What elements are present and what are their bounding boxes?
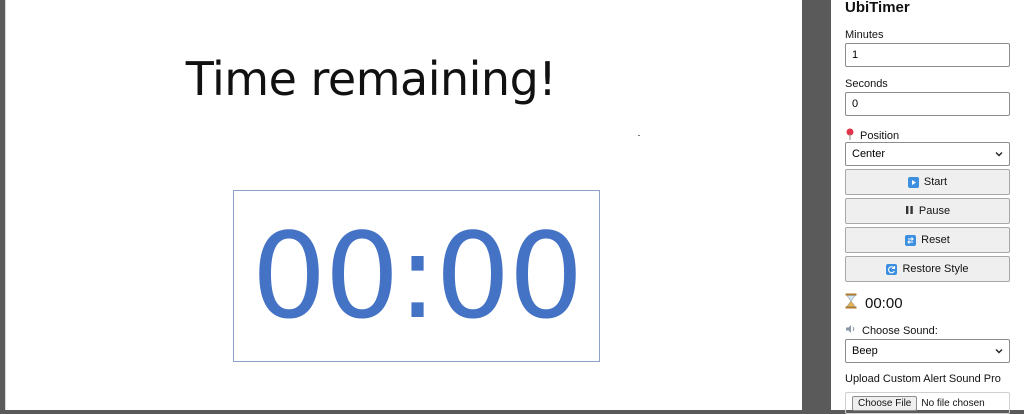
timer-digits: 00:00 — [251, 207, 583, 345]
upload-label: Upload Custom Alert Sound Pro — [845, 373, 1001, 385]
slide-title: Time remaining! — [185, 52, 557, 106]
minutes-input[interactable] — [845, 43, 1010, 67]
reset-icon — [905, 234, 917, 246]
chevron-down-icon — [995, 349, 1003, 354]
start-button[interactable]: Start — [845, 169, 1010, 195]
sound-label-row: Choose Sound: — [845, 324, 938, 337]
position-select-value: Center — [852, 148, 886, 160]
start-label: Start — [923, 176, 948, 188]
timer-textbox[interactable]: 00:00 — [233, 190, 600, 362]
pause-icon — [905, 205, 914, 218]
sound-select-value: Beep — [852, 345, 878, 357]
window-gutter — [802, 0, 831, 410]
choose-file-button[interactable]: Choose File — [852, 395, 918, 411]
chevron-down-icon — [995, 152, 1003, 157]
pin-icon — [845, 128, 855, 143]
reset-button[interactable]: Reset — [845, 227, 1010, 253]
play-icon — [907, 176, 919, 188]
stray-mark — [638, 135, 640, 136]
position-label-row: Position — [845, 128, 899, 143]
restore-style-label: Restore Style — [902, 263, 969, 275]
position-label: Position — [860, 129, 900, 142]
ubitimer-panel: UbiTimer Minutes Seconds Position Center… — [831, 0, 1024, 414]
seconds-label: Seconds — [845, 78, 888, 90]
pause-label: Pause — [918, 205, 951, 217]
restore-style-button[interactable]: Restore Style — [845, 256, 1010, 282]
no-file-text: No file chosen — [921, 397, 985, 409]
sound-label: Choose Sound: — [862, 324, 938, 337]
pause-button[interactable]: Pause — [845, 198, 1010, 224]
slide-canvas: Time remaining! 00:00 — [5, 0, 803, 410]
reset-label: Reset — [921, 234, 950, 246]
file-upload-input[interactable]: Choose File No file chosen — [845, 392, 1010, 414]
countdown-row: 00:00 — [845, 293, 903, 313]
panel-title: UbiTimer — [845, 0, 910, 16]
hourglass-icon — [845, 293, 857, 313]
sound-select[interactable]: Beep — [845, 339, 1010, 363]
minutes-label: Minutes — [845, 29, 884, 41]
position-select[interactable]: Center — [845, 142, 1010, 166]
restore-icon — [886, 263, 898, 275]
countdown-value: 00:00 — [865, 294, 903, 312]
speaker-icon — [845, 324, 857, 337]
seconds-input[interactable] — [845, 92, 1010, 116]
